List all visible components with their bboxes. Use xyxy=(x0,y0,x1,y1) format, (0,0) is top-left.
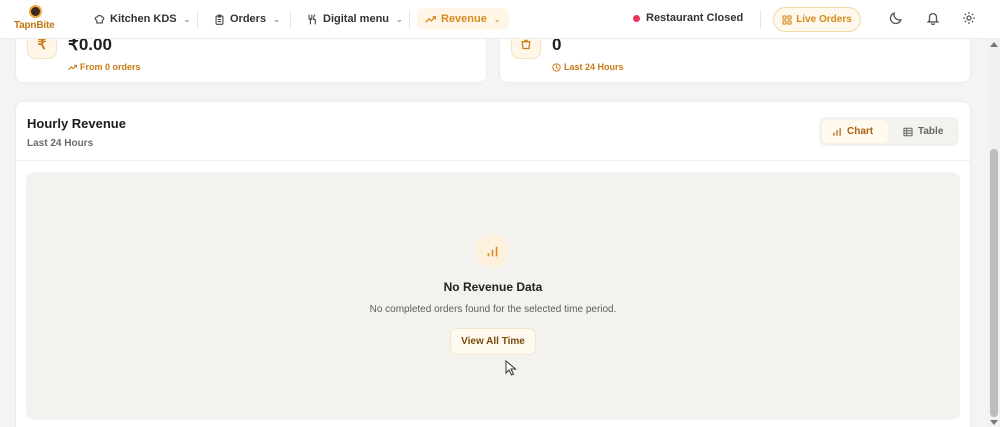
nav-kitchen-kds[interactable]: Kitchen KDS ⌄ xyxy=(86,8,198,30)
scroll-down-arrow-icon[interactable] xyxy=(990,420,998,425)
chevron-down-icon: ⌄ xyxy=(493,14,501,24)
nav-digital-menu[interactable]: Digital menu ⌄ xyxy=(299,8,411,30)
section-divider xyxy=(16,160,970,161)
bar-chart-icon xyxy=(475,234,509,268)
chart-view-label: Chart xyxy=(847,126,874,137)
top-navigation: TapnBite Kitchen KDS ⌄ Orders ⌄ Digital … xyxy=(0,0,1000,39)
chevron-down-icon: ⌄ xyxy=(183,14,191,24)
orders-sub-label: Last 24 Hours xyxy=(564,62,624,72)
view-toggle: Chart Table xyxy=(819,117,959,146)
theme-toggle-button[interactable] xyxy=(889,11,905,27)
chevron-down-icon: ⌄ xyxy=(273,14,280,24)
clipboard-icon xyxy=(215,13,224,25)
nav-divider xyxy=(409,10,410,29)
revenue-sub: From 0 orders xyxy=(68,62,141,72)
status-label: Restaurant Closed xyxy=(646,12,744,24)
bar-chart-icon xyxy=(833,127,841,136)
page-scrollbar[interactable] xyxy=(988,39,1000,427)
trending-up-icon xyxy=(68,64,77,70)
table-icon xyxy=(903,127,913,136)
orders-sub: Last 24 Hours xyxy=(552,62,624,72)
nav-divider xyxy=(290,10,291,29)
trending-up-icon xyxy=(425,15,436,23)
nav-divider xyxy=(197,10,198,29)
moon-icon xyxy=(889,12,902,25)
nav-label: Kitchen KDS xyxy=(110,13,177,25)
nav-revenue[interactable]: Revenue ⌄ xyxy=(417,8,509,30)
chart-view-button[interactable]: Chart xyxy=(822,120,888,143)
utensils-icon xyxy=(308,13,316,24)
logo-mark-icon xyxy=(29,5,42,18)
nav-label: Digital menu xyxy=(323,13,390,25)
mouse-cursor-icon xyxy=(505,360,517,376)
nav-label: Orders xyxy=(230,13,267,25)
hourly-revenue-card: Hourly Revenue Last 24 Hours Chart Table… xyxy=(15,101,971,427)
nav-divider xyxy=(760,10,761,29)
chevron-down-icon: ⌄ xyxy=(396,14,403,24)
scroll-up-arrow-icon[interactable] xyxy=(990,42,998,47)
revenue-sub-label: From 0 orders xyxy=(80,62,141,72)
gear-icon xyxy=(963,12,975,24)
app-logo[interactable]: TapnBite xyxy=(14,5,58,35)
bell-icon xyxy=(926,12,940,26)
scroll-thumb[interactable] xyxy=(990,149,998,417)
clock-icon xyxy=(552,62,561,72)
grid-icon xyxy=(782,14,792,25)
table-view-button[interactable]: Table xyxy=(893,120,955,143)
app-name: TapnBite xyxy=(14,20,55,31)
notifications-button[interactable] xyxy=(926,11,942,27)
section-title: Hourly Revenue xyxy=(27,116,126,131)
section-subtitle: Last 24 Hours xyxy=(27,138,94,149)
live-orders-button[interactable]: Live Orders xyxy=(773,7,861,32)
status-dot-icon xyxy=(633,14,640,22)
settings-button[interactable] xyxy=(962,11,978,27)
chef-hat-icon xyxy=(94,14,105,23)
view-all-time-button[interactable]: View All Time xyxy=(450,328,536,355)
table-view-label: Table xyxy=(918,126,944,137)
live-orders-label: Live Orders xyxy=(796,14,852,25)
empty-state: No Revenue Data No completed orders foun… xyxy=(26,172,960,420)
nav-orders[interactable]: Orders ⌄ xyxy=(206,8,288,30)
restaurant-status: Restaurant Closed xyxy=(633,12,743,24)
empty-state-title: No Revenue Data xyxy=(443,280,543,294)
empty-state-description: No completed orders found for the select… xyxy=(369,304,617,315)
nav-label: Revenue xyxy=(441,13,487,25)
